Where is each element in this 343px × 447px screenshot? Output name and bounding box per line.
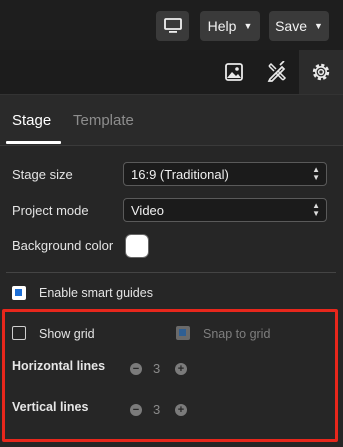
design-tools-button[interactable] xyxy=(255,50,299,94)
settings-panel-button[interactable] xyxy=(299,50,343,94)
panel-icon-bar xyxy=(0,50,343,95)
settings-tabs: Stage Template xyxy=(0,95,343,145)
save-button-label: Save xyxy=(275,18,307,34)
help-button-label: Help xyxy=(207,18,237,34)
snap-to-grid-label: Snap to grid xyxy=(203,327,271,341)
vertical-lines-value[interactable]: 3 xyxy=(153,402,160,417)
save-button[interactable]: Save ▼ xyxy=(269,11,329,41)
top-toolbar: Help ▼ Save ▼ xyxy=(0,0,343,50)
chevron-down-icon: ▼ xyxy=(243,21,253,31)
help-button[interactable]: Help ▼ xyxy=(200,11,260,41)
vertical-lines-increment-icon[interactable]: + xyxy=(175,404,187,416)
image-panel-button[interactable] xyxy=(212,50,256,94)
select-arrows-icon: ▲ ▼ xyxy=(312,165,320,182)
horizontal-lines-value[interactable]: 3 xyxy=(153,361,160,376)
monitor-icon xyxy=(163,18,182,33)
stage-size-value: 16:9 (Traditional) xyxy=(131,166,229,182)
design-tools-icon xyxy=(267,61,287,82)
vertical-lines-label: Vertical lines xyxy=(12,400,89,414)
section-divider xyxy=(6,272,336,273)
show-grid-label: Show grid xyxy=(39,327,95,341)
tabs-divider xyxy=(0,145,343,146)
stage-size-label: Stage size xyxy=(12,167,73,182)
project-mode-value: Video xyxy=(131,202,165,218)
project-mode-label: Project mode xyxy=(12,203,89,218)
display-button[interactable] xyxy=(156,11,189,41)
show-grid-checkbox[interactable] xyxy=(12,326,26,340)
horizontal-lines-increment-icon[interactable]: + xyxy=(175,363,187,375)
chevron-down-icon: ▼ xyxy=(314,21,323,31)
select-arrows-icon: ▲ ▼ xyxy=(312,201,320,218)
image-icon xyxy=(225,63,243,81)
background-color-label: Background color xyxy=(12,238,114,253)
vertical-lines-decrement-icon[interactable]: − xyxy=(130,404,142,416)
project-mode-select[interactable]: Video ▲ ▼ xyxy=(123,198,327,222)
tab-stage[interactable]: Stage xyxy=(12,112,51,129)
active-tab-indicator xyxy=(6,141,61,144)
smart-guides-label: Enable smart guides xyxy=(39,286,153,300)
horizontal-lines-decrement-icon[interactable]: − xyxy=(130,363,142,375)
gear-icon xyxy=(312,63,330,81)
snap-to-grid-checkbox[interactable] xyxy=(176,326,190,340)
background-color-swatch[interactable] xyxy=(125,234,149,258)
horizontal-lines-label: Horizontal lines xyxy=(12,359,106,373)
tab-template[interactable]: Template xyxy=(73,112,134,129)
smart-guides-checkbox[interactable] xyxy=(12,286,26,300)
stage-size-select[interactable]: 16:9 (Traditional) ▲ ▼ xyxy=(123,162,327,186)
